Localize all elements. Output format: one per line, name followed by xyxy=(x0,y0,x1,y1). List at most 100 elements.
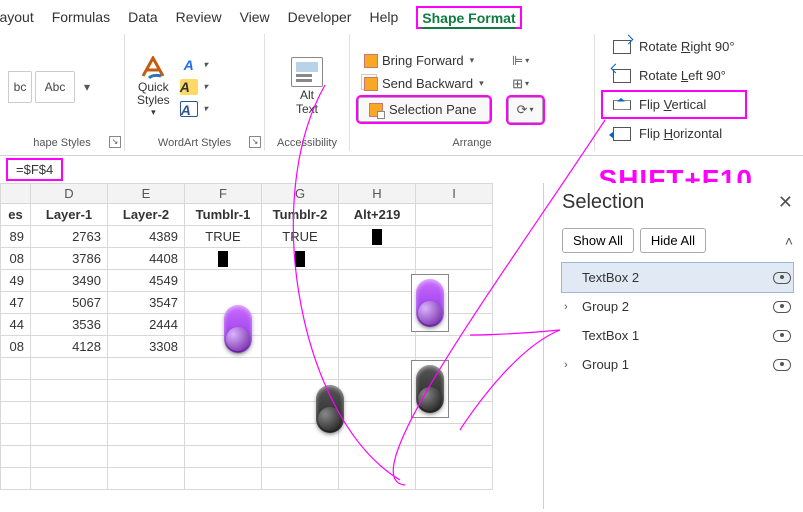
cell[interactable] xyxy=(262,270,339,292)
col-header[interactable] xyxy=(1,184,31,204)
cell[interactable] xyxy=(185,446,262,468)
cell[interactable]: 4389 xyxy=(108,226,185,248)
toggle-purple-1[interactable] xyxy=(224,305,252,353)
cell[interactable] xyxy=(262,314,339,336)
cell[interactable]: TRUE xyxy=(185,226,262,248)
col-header[interactable]: D xyxy=(31,184,108,204)
visibility-icon[interactable] xyxy=(773,359,791,371)
header-cell[interactable]: Tumblr-2 xyxy=(262,204,339,226)
header-cell[interactable]: Layer-2 xyxy=(108,204,185,226)
cell[interactable] xyxy=(31,402,108,424)
cell[interactable] xyxy=(1,468,31,490)
cell[interactable] xyxy=(1,424,31,446)
cell[interactable] xyxy=(416,446,493,468)
cell[interactable] xyxy=(108,402,185,424)
text-outline-button[interactable]: A▾ xyxy=(178,77,200,97)
alt-text-button[interactable]: Alt Text xyxy=(291,57,323,115)
hide-all-button[interactable]: Hide All xyxy=(640,228,706,253)
show-all-button[interactable]: Show All xyxy=(562,228,634,253)
cell[interactable] xyxy=(185,402,262,424)
cell[interactable] xyxy=(339,402,416,424)
cell[interactable] xyxy=(185,248,262,270)
cell[interactable] xyxy=(262,358,339,380)
cell[interactable]: 4549 xyxy=(108,270,185,292)
cell[interactable] xyxy=(339,314,416,336)
cell[interactable]: 5067 xyxy=(31,292,108,314)
cell[interactable] xyxy=(339,468,416,490)
cell[interactable]: 2444 xyxy=(108,314,185,336)
expand-icon[interactable]: › xyxy=(564,301,576,313)
cell[interactable] xyxy=(1,402,31,424)
cell[interactable] xyxy=(339,380,416,402)
cell[interactable] xyxy=(416,248,493,270)
tab-review[interactable]: Review xyxy=(176,9,222,25)
rotate-button[interactable]: ⟳▾ xyxy=(508,97,543,123)
cell[interactable] xyxy=(185,468,262,490)
tab-shape-format[interactable]: Shape Format xyxy=(416,6,521,29)
quick-styles-button[interactable]: Quick Styles ▾ xyxy=(137,55,170,118)
cell[interactable] xyxy=(31,358,108,380)
dialog-launcher[interactable]: ↘ xyxy=(109,136,121,148)
cell[interactable]: 47 xyxy=(1,292,31,314)
cell[interactable] xyxy=(31,424,108,446)
worksheet[interactable]: DEFGHIesLayer-1Layer-2Tumblr-1Tumblr-2Al… xyxy=(0,183,543,509)
bring-forward-button[interactable]: Bring Forward▾ xyxy=(358,51,490,70)
cell[interactable]: 3308 xyxy=(108,336,185,358)
cell[interactable] xyxy=(108,358,185,380)
tab-developer[interactable]: Developer xyxy=(288,9,352,25)
cell[interactable] xyxy=(339,248,416,270)
cell[interactable] xyxy=(108,446,185,468)
cell[interactable]: 2763 xyxy=(31,226,108,248)
cell[interactable] xyxy=(339,424,416,446)
col-header[interactable]: G xyxy=(262,184,339,204)
tab-formulas[interactable]: Formulas xyxy=(52,9,110,25)
rotate-right-90[interactable]: Rotate Right 90° xyxy=(603,34,745,59)
col-header[interactable]: F xyxy=(185,184,262,204)
cell[interactable] xyxy=(339,446,416,468)
header-cell[interactable]: Alt+219 xyxy=(339,204,416,226)
send-backward-button[interactable]: Send Backward▾ xyxy=(358,74,490,93)
visibility-icon[interactable] xyxy=(773,330,791,342)
tab-pagelayout[interactable]: e Layout xyxy=(0,9,34,25)
cell[interactable]: 3786 xyxy=(31,248,108,270)
tab-help[interactable]: Help xyxy=(369,9,398,25)
cell[interactable] xyxy=(262,248,339,270)
cell[interactable] xyxy=(185,424,262,446)
cell[interactable] xyxy=(108,380,185,402)
flip-horizontal[interactable]: Flip Horizontal xyxy=(603,121,745,146)
cell[interactable] xyxy=(185,358,262,380)
shape-style-thumb[interactable]: bc xyxy=(8,71,32,103)
align-button[interactable]: ⊫▾ xyxy=(508,51,534,71)
cell[interactable]: 89 xyxy=(1,226,31,248)
cell[interactable] xyxy=(108,424,185,446)
cell[interactable] xyxy=(339,226,416,248)
cell[interactable] xyxy=(262,292,339,314)
col-header[interactable]: E xyxy=(108,184,185,204)
header-cell[interactable]: Layer-1 xyxy=(31,204,108,226)
cell[interactable] xyxy=(339,336,416,358)
selection-item[interactable]: ›Group 2 xyxy=(562,292,793,321)
cell[interactable]: 08 xyxy=(1,248,31,270)
selection-item[interactable]: TextBox 1 xyxy=(562,321,793,350)
shape-textbox2[interactable] xyxy=(412,275,448,331)
cell[interactable]: TRUE xyxy=(262,226,339,248)
chevron-up-icon[interactable]: ˄ xyxy=(785,233,793,249)
shape-style-thumb[interactable]: Abc xyxy=(35,71,75,103)
header-cell[interactable] xyxy=(416,204,493,226)
cell[interactable] xyxy=(31,380,108,402)
cell[interactable] xyxy=(31,468,108,490)
rotate-left-90[interactable]: Rotate Left 90° xyxy=(603,63,745,88)
text-fill-button[interactable]: A▾ xyxy=(178,55,200,75)
visibility-icon[interactable] xyxy=(773,301,791,313)
header-cell[interactable]: es xyxy=(1,204,31,226)
selection-pane-button[interactable]: Selection Pane xyxy=(358,97,490,122)
cell[interactable]: 3547 xyxy=(108,292,185,314)
text-effects-button[interactable]: A▾ xyxy=(178,99,200,119)
cell[interactable] xyxy=(416,468,493,490)
shape-textbox1[interactable] xyxy=(412,361,448,417)
cell[interactable] xyxy=(1,380,31,402)
formula-input[interactable]: =$F$4 xyxy=(8,160,61,179)
tab-view[interactable]: View xyxy=(240,9,270,25)
expand-icon[interactable]: › xyxy=(564,359,576,371)
selection-item[interactable]: TextBox 2 xyxy=(562,263,793,292)
